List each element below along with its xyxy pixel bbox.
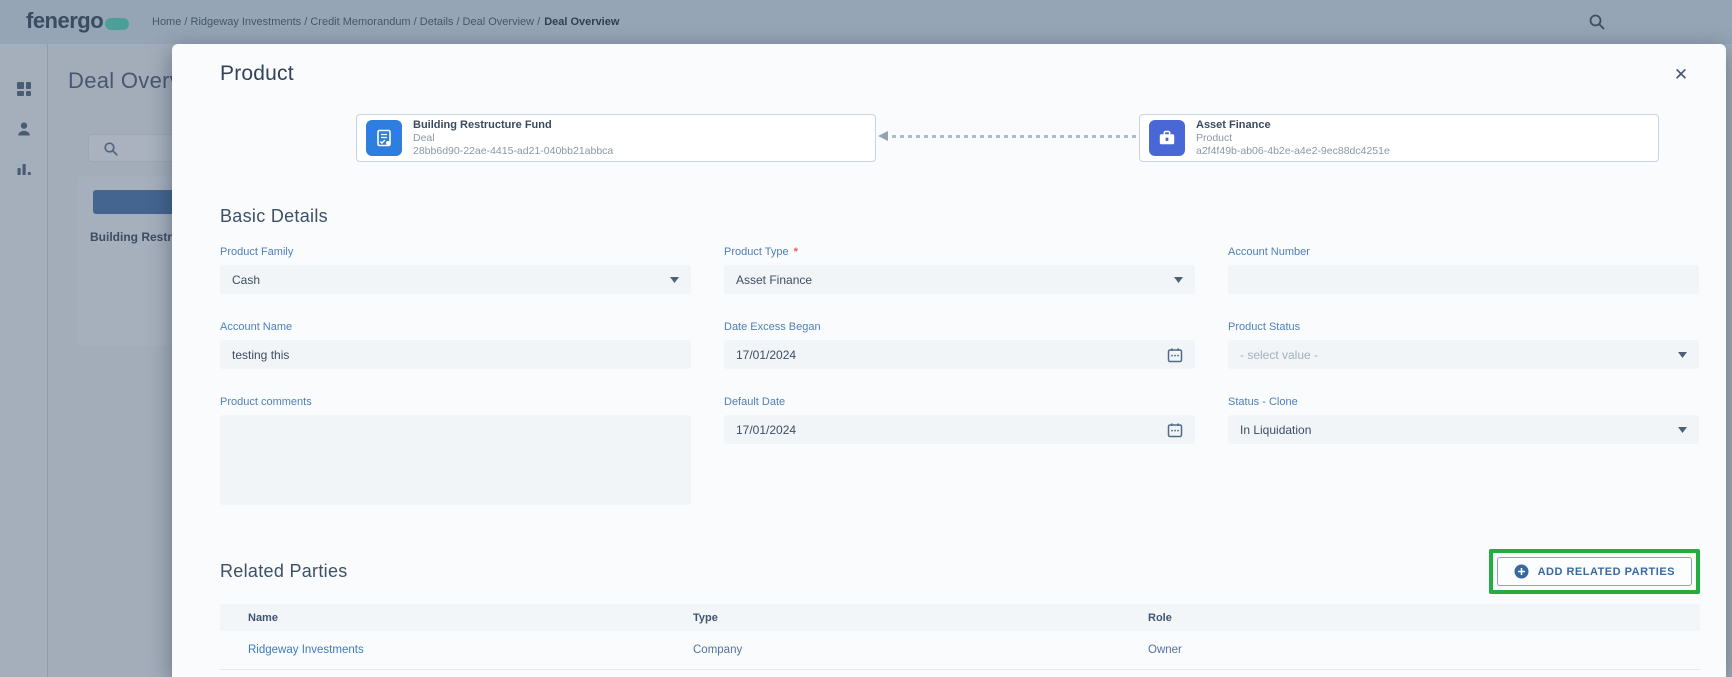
field-account-number: Account Number <box>1228 246 1699 294</box>
field-value: 17/01/2024 <box>736 423 796 437</box>
product-modal: Product ✕ Building Restructure Fund <box>172 44 1726 677</box>
calendar-icon[interactable] <box>1167 422 1183 438</box>
field-placeholder: - select value - <box>1240 348 1318 362</box>
product-family-select[interactable]: Cash <box>220 265 691 294</box>
relationship-diagram: Building Restructure Fund Deal 28bb6d90-… <box>220 114 1700 162</box>
breadcrumb[interactable]: Home / Ridgeway Investments / Credit Mem… <box>152 0 619 44</box>
field-product-type: Product Type * Asset Finance <box>724 246 1195 294</box>
field-label: Date Excess Began <box>724 321 821 334</box>
related-parties-header: Related Parties ADD RELATED PARTIES <box>220 549 1700 594</box>
field-label: Status - Clone <box>1228 396 1298 409</box>
field-account-name: Account Name testing this <box>220 321 691 369</box>
deal-card[interactable]: Building Restructure Fund Deal 28bb6d90-… <box>356 114 876 162</box>
field-product-comments: Product comments <box>220 396 691 505</box>
close-icon: ✕ <box>1674 65 1688 84</box>
header-search-button[interactable] <box>1588 13 1608 33</box>
account-number-input[interactable] <box>1228 265 1699 294</box>
basic-details-form: Product Family Cash Product Type * Asset… <box>220 246 1700 505</box>
field-label: Product Type <box>724 246 789 259</box>
chevron-down-icon <box>1678 427 1687 433</box>
required-asterisk: * <box>794 246 798 259</box>
field-product-family: Product Family Cash <box>220 246 691 294</box>
breadcrumb-current: Deal Overview <box>544 16 619 28</box>
connector-arrow-icon <box>878 131 888 141</box>
status-clone-select[interactable]: In Liquidation <box>1228 415 1699 444</box>
app-root: fenergo Home / Ridgeway Investments / Cr… <box>0 0 1732 677</box>
section-heading-related-parties: Related Parties <box>220 561 348 582</box>
table-row: Ridgeway Investments Company Owner <box>220 631 1700 670</box>
briefcase-icon <box>1149 120 1185 156</box>
party-role-cell: Owner <box>1148 644 1700 656</box>
related-parties-table: Name Type Role Ridgeway Investments Comp… <box>220 604 1700 670</box>
default-date-input[interactable]: 17/01/2024 <box>724 415 1195 444</box>
calendar-icon[interactable] <box>1167 347 1183 363</box>
card-title: Building Restructure Fund <box>413 119 613 132</box>
table-header-role: Role <box>1148 612 1700 624</box>
field-value: Asset Finance <box>736 273 812 287</box>
close-button[interactable]: ✕ <box>1670 64 1692 86</box>
chevron-down-icon <box>1678 352 1687 358</box>
product-status-select[interactable]: - select value - <box>1228 340 1699 369</box>
product-comments-textarea[interactable] <box>220 415 691 505</box>
card-entity-type: Deal <box>413 132 613 145</box>
plus-circle-icon <box>1514 564 1529 579</box>
breadcrumb-path[interactable]: Home / Ridgeway Investments / Credit Mem… <box>152 16 540 28</box>
table-header-type: Type <box>693 612 1148 624</box>
table-header-row: Name Type Role <box>220 604 1700 631</box>
field-value: In Liquidation <box>1240 423 1311 437</box>
card-entity-type: Product <box>1196 132 1390 145</box>
add-button-label: ADD RELATED PARTIES <box>1538 566 1675 578</box>
modal-title: Product <box>220 62 1700 88</box>
field-label: Default Date <box>724 396 785 409</box>
section-heading-basic-details: Basic Details <box>220 206 1700 230</box>
field-product-status: Product Status - select value - <box>1228 321 1699 369</box>
field-label: Product comments <box>220 396 312 409</box>
chevron-down-icon <box>1174 277 1183 283</box>
card-entity-id: 28bb6d90-22ae-4415-ad21-040bb21abbca <box>413 145 613 158</box>
card-entity-id: a2f4f49b-ab06-4b2e-a4e2-9ec88dc4251e <box>1196 145 1390 158</box>
deal-document-icon <box>366 120 402 156</box>
field-value: testing this <box>232 348 289 362</box>
field-label: Product Status <box>1228 321 1300 334</box>
field-label: Product Family <box>220 246 293 259</box>
card-title: Asset Finance <box>1196 119 1390 132</box>
field-default-date: Default Date 17/01/2024 <box>724 396 1195 444</box>
field-value: Cash <box>232 273 260 287</box>
table-header-name: Name <box>248 612 693 624</box>
highlight-box: ADD RELATED PARTIES <box>1489 549 1700 594</box>
date-excess-began-input[interactable]: 17/01/2024 <box>724 340 1195 369</box>
app-header: fenergo Home / Ridgeway Investments / Cr… <box>0 0 1732 44</box>
logo-pill-icon <box>105 18 129 30</box>
logo-text: fenergo <box>26 8 103 34</box>
field-value: 17/01/2024 <box>736 348 796 362</box>
field-status-clone: Status - Clone In Liquidation <box>1228 396 1699 444</box>
add-related-parties-button[interactable]: ADD RELATED PARTIES <box>1497 557 1692 586</box>
product-type-select[interactable]: Asset Finance <box>724 265 1195 294</box>
party-type-cell: Company <box>693 644 1148 656</box>
field-label: Account Number <box>1228 246 1310 259</box>
search-icon <box>1588 13 1608 31</box>
party-name-link[interactable]: Ridgeway Investments <box>248 644 693 656</box>
product-card[interactable]: Asset Finance Product a2f4f49b-ab06-4b2e… <box>1139 114 1659 162</box>
relationship-connector <box>892 135 1139 138</box>
account-name-input[interactable]: testing this <box>220 340 691 369</box>
field-label: Account Name <box>220 321 292 334</box>
field-date-excess-began: Date Excess Began 17/01/2024 <box>724 321 1195 369</box>
chevron-down-icon <box>670 277 679 283</box>
fenergo-logo: fenergo <box>26 8 129 34</box>
